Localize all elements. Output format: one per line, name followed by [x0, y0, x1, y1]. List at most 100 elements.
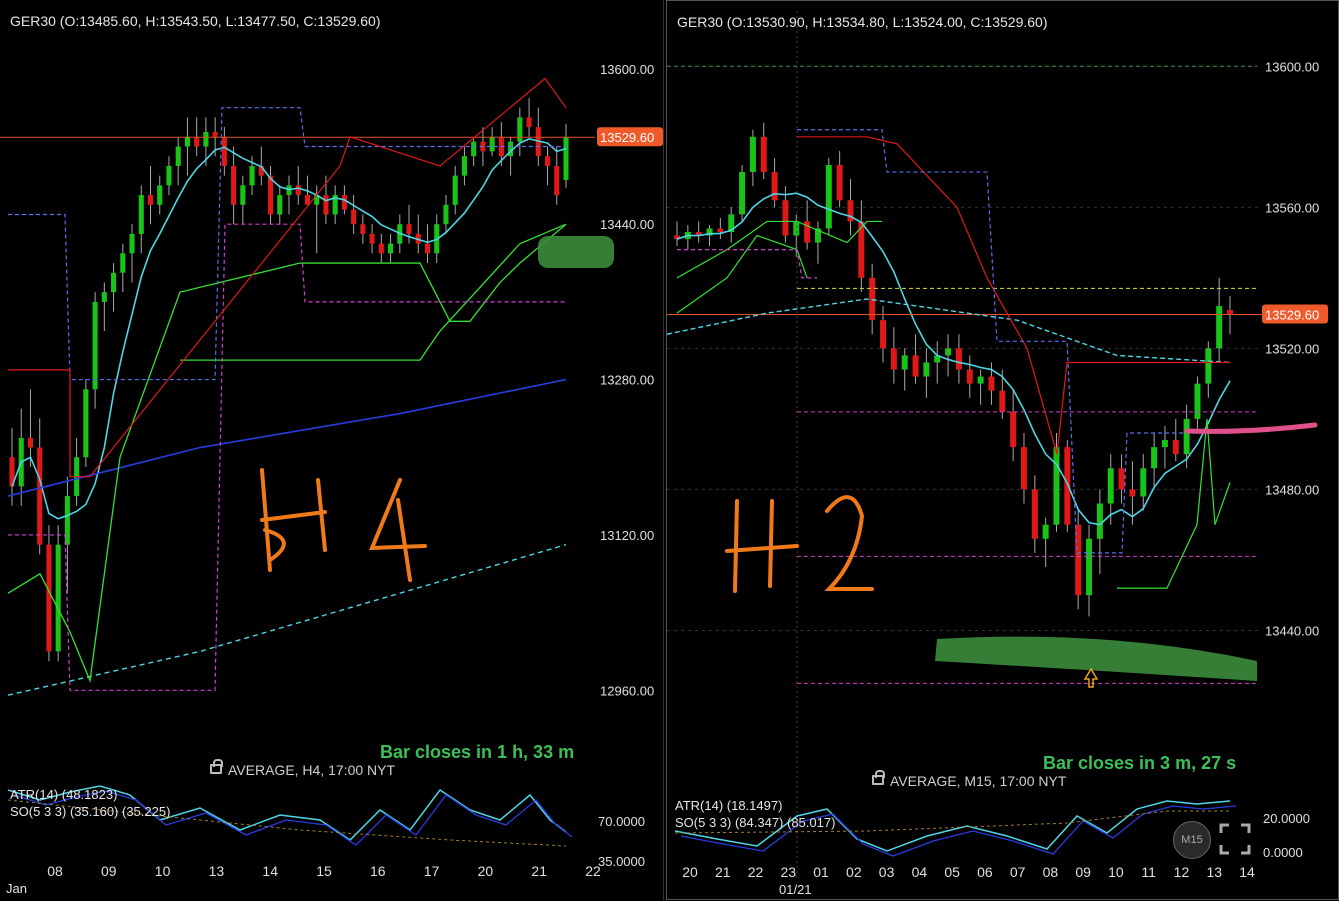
candle-body [267, 175, 274, 215]
y-tick-label: 13600.00 [1265, 59, 1319, 74]
support-highlight-marker [935, 636, 1257, 681]
candle-body [388, 243, 394, 254]
candle-body [945, 348, 952, 356]
candle-body [1140, 468, 1147, 497]
candle-body [92, 301, 98, 390]
h1-chart-svg[interactable]: 13600.00 13560.00 13520.00 13480.00 13440.00… [667, 1, 1339, 901]
osc-tick-label: 20.0000 [1263, 811, 1310, 826]
y-tick-label: 13480.00 [1265, 482, 1319, 497]
h4-atr-label: ATR(14) (48.1823) [10, 787, 118, 802]
candle-body [1020, 447, 1027, 490]
x-tick-label: 02 [846, 864, 862, 880]
y-tick-label: 13560.00 [1265, 200, 1319, 215]
candle-body [120, 253, 126, 273]
candle-body [175, 146, 181, 166]
candle-body [749, 136, 756, 173]
candle-body [203, 131, 209, 147]
candle-body [1031, 489, 1038, 539]
x-tick-label: 01 [813, 864, 829, 880]
candle-body [194, 136, 200, 147]
lock-icon [872, 770, 885, 785]
h4-month-label: Jan [6, 881, 27, 896]
green-support-line [676, 234, 808, 314]
candle-body [1183, 418, 1190, 455]
x-tick-label: 23 [781, 864, 797, 880]
timeframe-m15-button[interactable]: M15 [1173, 821, 1211, 859]
x-tick-label: 15 [316, 863, 332, 879]
candle-body [1096, 503, 1103, 539]
candle-body [890, 348, 897, 370]
candle-body [55, 544, 61, 652]
fullscreen-icon[interactable] [1219, 823, 1251, 855]
x-tick-label: 10 [155, 863, 171, 879]
h4-watermark: AVERAGE, H4, 17:00 NYT [210, 759, 395, 778]
candle-body [1129, 489, 1136, 497]
h1-ohlc-header: GER30 (O:13530.90, H:13534.80, L:13524.0… [677, 14, 1048, 30]
candle-body [452, 175, 458, 205]
candle-body [1010, 411, 1017, 448]
candle-body [1161, 440, 1168, 448]
annotation-h [260, 468, 327, 572]
x-tick-label: 20 [478, 863, 494, 879]
y-tick-label: 13440.00 [1265, 623, 1319, 638]
candle-body [249, 165, 255, 186]
candle-body [323, 195, 329, 215]
x-tick-label: 21 [715, 864, 731, 880]
candle-body [793, 221, 800, 236]
y-tick-label: 13120.00 [600, 528, 654, 543]
magenta-channel [8, 223, 566, 691]
annotation-h [725, 499, 799, 593]
last-price-label: 13529.60 [600, 130, 654, 145]
chart-panel-h1[interactable]: 13600.00 13560.00 13520.00 13480.00 13440.00… [666, 0, 1339, 900]
x-tick-label: 10 [1108, 864, 1124, 880]
ema-line [676, 192, 1231, 526]
x-tick-label: 08 [47, 863, 63, 879]
candle-body [231, 165, 237, 205]
candle-body [1086, 538, 1093, 596]
osc-tick-label: 35.0000 [598, 854, 645, 869]
candle-body [739, 172, 746, 215]
candle-body [295, 185, 301, 196]
candle-body [554, 165, 560, 196]
candle-body [880, 320, 887, 349]
candle-body [378, 243, 384, 254]
candle-body [1118, 468, 1125, 490]
candle-body [544, 156, 551, 166]
candle-body [717, 228, 724, 232]
candle-body [988, 376, 995, 391]
x-tick-label: 09 [1075, 864, 1091, 880]
y-tick-label: 13280.00 [600, 373, 654, 388]
green-trailing-line [7, 223, 567, 684]
candle-body [351, 209, 357, 225]
candle-body [184, 136, 190, 147]
x-tick-label: 08 [1043, 864, 1059, 880]
candle-body [129, 233, 135, 254]
x-tick-label: 11 [1141, 864, 1156, 880]
candle-body [166, 165, 172, 186]
candle-body [901, 355, 908, 370]
candle-body [443, 204, 449, 225]
candle-body [923, 362, 930, 377]
x-tick-label: 07 [1010, 864, 1026, 880]
x-tick-label: 13 [1206, 864, 1222, 880]
candle-body [157, 185, 163, 205]
candle-body [369, 233, 375, 244]
candle-body [771, 172, 778, 201]
lock-icon [210, 759, 223, 774]
h1-so-label: SO(5 3 3) (84.347) (85.017) [675, 815, 836, 830]
osc-tick-label: 0.0000 [1263, 845, 1303, 860]
x-tick-label: 14 [1239, 864, 1255, 880]
chart-panel-h4[interactable]: 13600.00 13440.00 13280.00 13120.00 12960.00… [0, 0, 664, 900]
candle-body [212, 131, 218, 137]
candle-body [1216, 306, 1223, 349]
candle-body [37, 447, 43, 545]
x-tick-label: 05 [944, 864, 960, 880]
h1-month-label: 01/21 [779, 882, 812, 897]
annotation-4 [368, 478, 427, 582]
candle-body [406, 224, 412, 234]
candle-body [46, 544, 52, 652]
candle-body [83, 389, 89, 458]
candle-body [471, 141, 477, 157]
x-tick-label: 12 [1174, 864, 1190, 880]
candle-body [955, 348, 962, 370]
